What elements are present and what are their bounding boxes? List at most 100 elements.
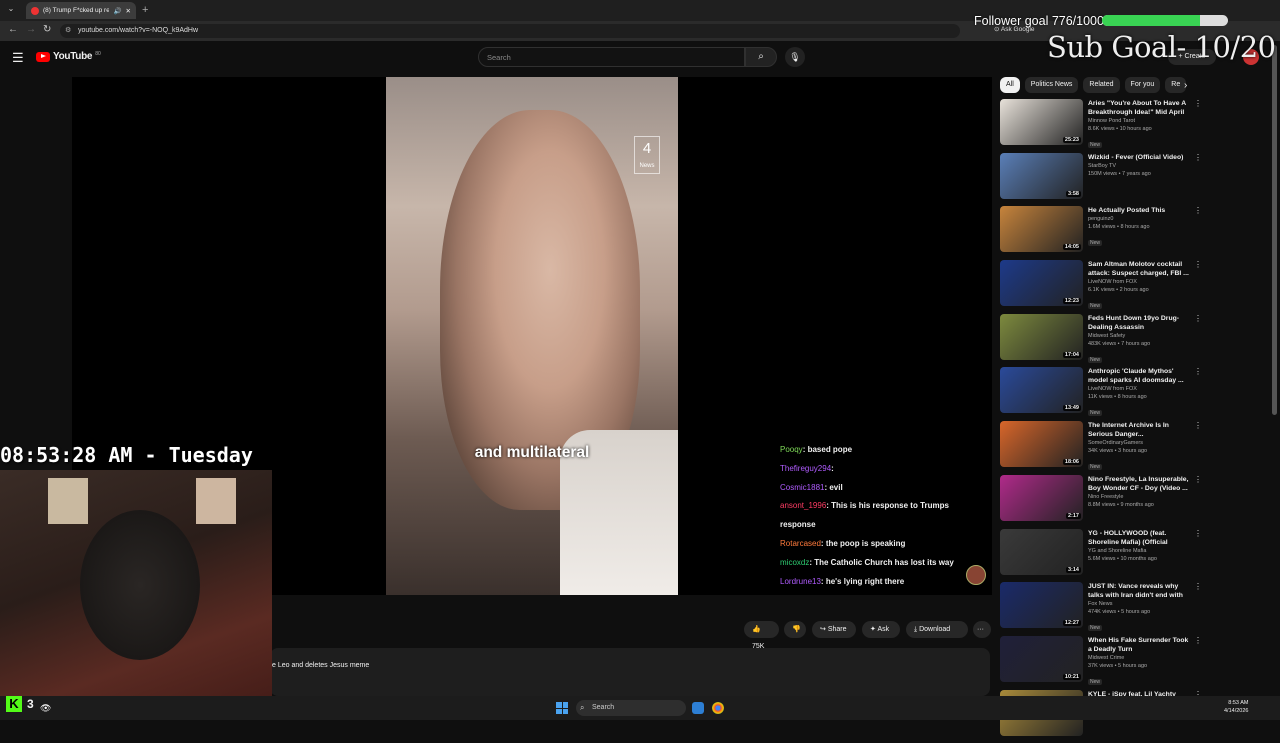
recommendation-item[interactable]: 3:14 YG - HOLLYWOOD (feat. Shoreline Mafi…	[1000, 528, 1205, 583]
tab-close-icon[interactable]: ✕	[126, 7, 131, 15]
recommendation-title[interactable]: Nino Freestyle, La Insuperable, Boy Wond…	[1088, 475, 1190, 493]
video-thumbnail[interactable]: 14:05	[1000, 206, 1083, 253]
recommendation-item[interactable]: 12:23 Sam Altman Molotov cocktail attack:…	[1000, 260, 1205, 314]
new-tab-button[interactable]: +	[142, 4, 148, 16]
taskbar-search[interactable]: ⌕ Search	[576, 700, 686, 716]
chat-username[interactable]: Thefireguy294	[780, 464, 831, 473]
recommendation-item[interactable]: 12:27 JUST IN: Vance reveals why talks wi…	[1000, 582, 1205, 636]
chat-username[interactable]: Pooqy	[780, 445, 803, 454]
recommendation-channel[interactable]: SomeOrdinaryGamers	[1088, 439, 1190, 447]
video-thumbnail[interactable]: 13:49	[1000, 367, 1083, 414]
taskbar-search-label: Search	[592, 704, 615, 711]
recommendation-item[interactable]: 25:23 Aries "You're About To Have A Break…	[1000, 99, 1205, 153]
more-options-icon[interactable]: ⋮	[1194, 367, 1202, 376]
url-field[interactable]: ⚙ youtube.com/watch?v=-NOQ_k9AdHw	[60, 24, 960, 38]
more-actions-button[interactable]: ···	[973, 621, 991, 638]
recommendation-item[interactable]: 10:21 When His Fake Surrender Took a Dead…	[1000, 635, 1205, 690]
chip-filter[interactable]: All	[1000, 77, 1020, 93]
stream-clock: 08:53:28 AM - Tuesday	[0, 443, 253, 467]
recommendation-channel[interactable]: YG and Shoreline Mafia	[1088, 547, 1190, 555]
chip-filter[interactable]: For you	[1124, 77, 1161, 93]
recommendation-title[interactable]: When His Fake Surrender Took a Deadly Tu…	[1088, 636, 1190, 654]
tab-search-icon[interactable]: ⌄	[4, 4, 18, 16]
voice-search-button[interactable]: 🎙	[785, 47, 805, 67]
more-options-icon[interactable]: ⋮	[1194, 260, 1202, 269]
chat-username[interactable]: micoxdz	[780, 558, 809, 567]
recommendation-item[interactable]: 13:49 Anthropic 'Claude Mythos' model spa…	[1000, 367, 1205, 421]
recommendation-channel[interactable]: Midwest Safety	[1088, 332, 1190, 340]
more-options-icon[interactable]: ⋮	[1194, 529, 1202, 538]
ask-button[interactable]: ✦ Ask	[862, 621, 900, 638]
video-thumbnail[interactable]: 3:58	[1000, 152, 1083, 199]
recommendation-title[interactable]: He Actually Posted This	[1088, 206, 1190, 215]
new-badge: New	[1088, 625, 1103, 632]
more-options-icon[interactable]: ⋮	[1194, 314, 1202, 323]
chat-username[interactable]: ansont_1996	[780, 501, 826, 510]
download-button[interactable]: ⤓ Download	[906, 621, 968, 638]
video-thumbnail[interactable]: 2:17	[1000, 474, 1083, 521]
more-options-icon[interactable]: ⋮	[1194, 206, 1202, 215]
steam-icon[interactable]	[692, 702, 704, 714]
recommendation-channel[interactable]: Minnow Pond Tarot	[1088, 117, 1190, 125]
recommendation-channel[interactable]: LiveNOW from FOX	[1088, 385, 1190, 393]
search-input[interactable]: Search	[478, 47, 745, 67]
recommendation-channel[interactable]: StarBoy TV	[1088, 162, 1190, 170]
video-thumbnail[interactable]: 25:23	[1000, 99, 1083, 145]
more-options-icon[interactable]: ⋮	[1194, 421, 1202, 430]
search-button[interactable]: ⌕	[745, 47, 777, 67]
chrome-icon[interactable]	[712, 702, 724, 714]
reload-icon[interactable]: ↻	[43, 24, 51, 35]
recommendation-item[interactable]: 2:17 Nino Freestyle, La Insuperable, Boy …	[1000, 474, 1205, 529]
recommendation-title[interactable]: The Internet Archive Is In Serious Dange…	[1088, 421, 1190, 439]
chip-filter[interactable]: Related	[1083, 77, 1120, 93]
recommendation-channel[interactable]: LiveNOW from FOX	[1088, 278, 1190, 286]
recommendation-title[interactable]: Wizkid - Fever (Official Video)	[1088, 153, 1190, 162]
recommendation-item[interactable]: 17:04 Feds Hunt Down 19yo Drug-Dealing As…	[1000, 313, 1205, 368]
browser-tab[interactable]: (8) Trump F*cked up real ba... 🔊 ✕	[26, 2, 136, 19]
like-button[interactable]: 👍 75K	[744, 621, 779, 650]
page-scrollbar[interactable]	[1272, 45, 1277, 415]
tab-audio-icon[interactable]: 🔊	[113, 7, 121, 15]
sub-goal-label: Sub Goal- 10/20	[1047, 30, 1276, 64]
chat-username[interactable]: Cosmic1881	[780, 483, 824, 492]
recommendation-title[interactable]: Sam Altman Molotov cocktail attack: Susp…	[1088, 260, 1190, 278]
more-options-icon[interactable]: ⋮	[1194, 582, 1202, 591]
back-icon[interactable]: ←	[8, 24, 18, 35]
recommendation-channel[interactable]: Fox News	[1088, 600, 1190, 608]
chip-filter[interactable]: Politics News	[1024, 77, 1079, 93]
more-options-icon[interactable]: ⋮	[1194, 99, 1202, 108]
recommendation-title[interactable]: YG - HOLLYWOOD (feat. Shoreline Mafia) (…	[1088, 529, 1190, 547]
recommendation-item[interactable]: 14:05 He Actually Posted This penguinz0 1.6…	[1000, 206, 1205, 260]
more-options-icon[interactable]: ⋮	[1194, 475, 1202, 484]
recommendation-item[interactable]: 18:06 The Internet Archive Is In Serious …	[1000, 421, 1205, 475]
taskbar-clock[interactable]: 8:53 AM 4/14/2026	[1224, 699, 1248, 715]
recommendation-channel[interactable]: Nino Freestyle	[1088, 493, 1190, 501]
windows-start-icon[interactable]	[556, 702, 568, 714]
recommendation-channel[interactable]: Midwest Crime	[1088, 654, 1190, 662]
more-options-icon[interactable]: ⋮	[1194, 636, 1202, 645]
recommendation-channel[interactable]: penguinz0	[1088, 215, 1190, 223]
forward-icon[interactable]: →	[26, 24, 36, 35]
chat-username[interactable]: Rotarcased	[780, 539, 821, 548]
recommendation-title[interactable]: Feds Hunt Down 19yo Drug-Dealing Assassi…	[1088, 314, 1190, 332]
youtube-logo[interactable]: YouTube 80	[36, 51, 101, 62]
chevron-right-icon[interactable]: ›	[1184, 80, 1187, 91]
recommendation-item[interactable]: 3:58 Wizkid - Fever (Official Video) StarB…	[1000, 152, 1205, 207]
video-thumbnail[interactable]: 12:27	[1000, 582, 1083, 629]
video-thumbnail[interactable]: 18:06	[1000, 421, 1083, 468]
recommendation-title[interactable]: Aries "You're About To Have A Breakthrou…	[1088, 99, 1190, 117]
video-thumbnail[interactable]: 10:21	[1000, 635, 1083, 682]
recommendation-title[interactable]: Anthropic 'Claude Mythos' model sparks A…	[1088, 367, 1190, 385]
video-thumbnail[interactable]: 12:23	[1000, 260, 1083, 307]
share-button[interactable]: ↪ Share	[812, 621, 856, 638]
video-thumbnail[interactable]: 17:04	[1000, 313, 1083, 360]
recommendation-views: 474K views • 5 hours ago	[1088, 609, 1151, 616]
recommendation-title[interactable]: JUST IN: Vance reveals why talks with Ir…	[1088, 582, 1190, 600]
video-thumbnail[interactable]: 3:14	[1000, 528, 1083, 575]
description-box[interactable]: e Leo and deletes Jesus meme	[270, 648, 990, 696]
dislike-button[interactable]: 👎	[784, 621, 806, 638]
menu-icon[interactable]: ☰	[12, 50, 24, 66]
site-info-icon[interactable]: ⚙	[65, 24, 71, 38]
chat-username[interactable]: Lordrune13	[780, 577, 821, 586]
more-options-icon[interactable]: ⋮	[1194, 153, 1202, 162]
